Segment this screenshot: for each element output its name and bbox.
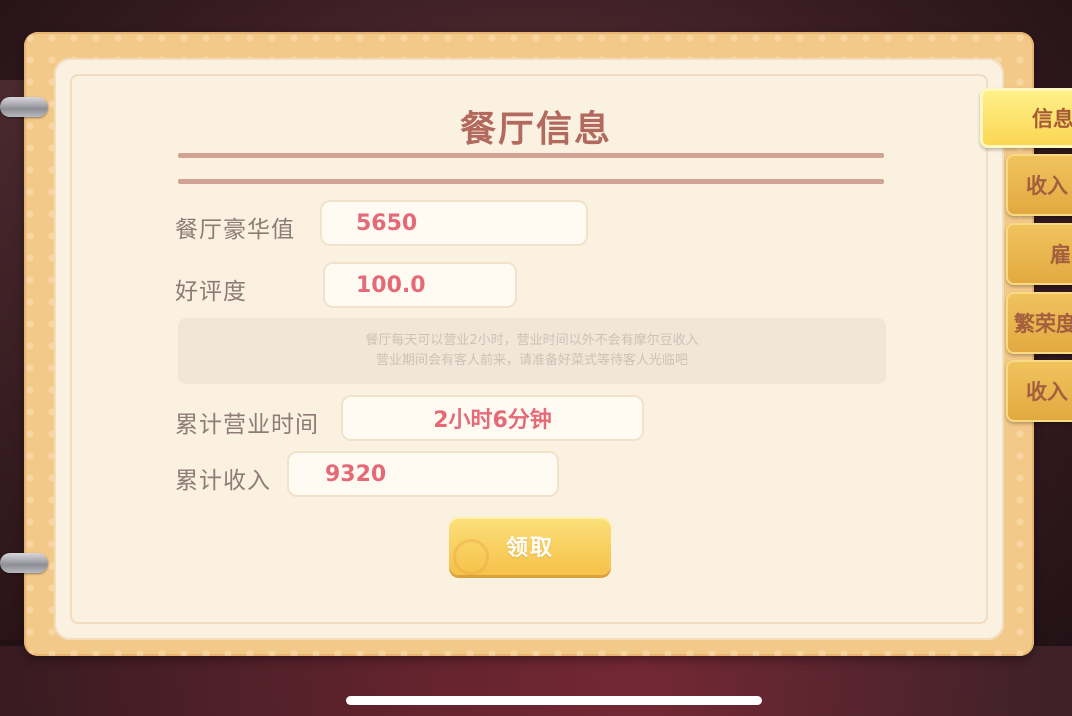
- title-divider-top: [178, 153, 884, 158]
- home-indicator[interactable]: [346, 696, 762, 705]
- coin-icon: [453, 539, 489, 575]
- business-notice: 餐厅每天可以营业2小时，营业时间以外不会有摩尔豆收入 营业期间会有客人前来，请准…: [178, 318, 886, 384]
- business-time-label: 累计营业时间: [175, 412, 319, 438]
- notice-line-1: 餐厅每天可以营业2小时，营业时间以外不会有摩尔豆收入: [365, 333, 699, 348]
- tab-hire[interactable]: 雇: [1006, 223, 1072, 285]
- total-income-value: 9320: [287, 451, 559, 497]
- rating-value: 100.0: [323, 262, 517, 308]
- background-bottom: [0, 646, 1072, 716]
- notice-line-2: 营业期间会有客人前来，请准备好菜式等待客人光临吧: [375, 353, 688, 368]
- tab-prosperity[interactable]: 繁荣度: [1006, 292, 1072, 354]
- total-income-label: 累计收入: [175, 468, 271, 494]
- tab-income[interactable]: 收入: [1006, 154, 1072, 216]
- luxury-value: 5650: [320, 200, 588, 246]
- tab-info[interactable]: 信息: [980, 88, 1072, 148]
- rating-label: 好评度: [175, 279, 247, 305]
- title-divider-bottom: [178, 179, 884, 184]
- business-time-value: 2小时6分钟: [341, 395, 644, 441]
- luxury-label: 餐厅豪华值: [175, 217, 295, 243]
- page-title: 餐厅信息: [459, 109, 612, 150]
- tab-income-2[interactable]: 收入: [1006, 360, 1072, 422]
- binder-ring-bottom: [0, 553, 48, 573]
- claim-button-label: 领取: [505, 536, 554, 561]
- claim-button[interactable]: 领取: [449, 517, 611, 575]
